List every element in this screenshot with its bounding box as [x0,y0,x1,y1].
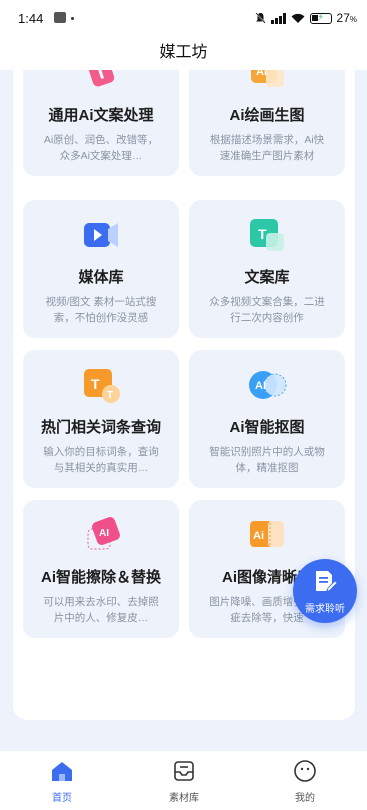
card-hot-words[interactable]: T T 热门相关词条查询 输入你的目标词条，查询与其相关的真实用… [23,350,179,488]
battery-level: 27% [336,11,357,25]
card-title: 文案库 [244,269,290,286]
card-desc: 众多视频文案合集，二进行二次内容创作 [209,296,325,324]
ai-enhance-icon: Ai [250,521,284,547]
svg-text:T: T [91,376,100,392]
card-text-library[interactable]: T 文案库 众多视频文案合集，二进行二次内容创作 [189,200,345,338]
smile-icon [294,760,316,782]
home-icon [52,762,72,781]
card-ai-erase[interactable]: AI Ai智能擦除＆替换 可以用来去水印、去掉照片中的人、修复皮… [23,500,179,638]
ai-cutout-icon: AI [249,371,287,399]
card-title: Ai绘画生图 [229,107,305,124]
card-title: 热门相关词条查询 [40,419,161,436]
card-title: Ai智能抠图 [229,419,305,436]
document-edit-icon [316,571,337,593]
mute-icon [254,12,266,24]
card-desc: 可以用来去水印、去掉照片中的人、修复皮… [43,596,159,624]
battery-icon: ⚡ [309,12,332,24]
requirement-feedback-button[interactable]: 需求聆听 [293,559,357,623]
text-library-icon: T [250,219,284,251]
tab-home[interactable]: 首页 [22,759,102,804]
ai-paint-icon: AI [251,70,284,87]
bottom-tab-bar: 首页 素材库 我的 [0,750,367,810]
tab-label: 首页 [52,793,72,804]
status-indicators: ⚡ 27% [254,11,357,25]
card-title: 媒体库 [78,269,124,286]
tab-materials[interactable]: 素材库 [144,759,224,804]
ai-erase-icon: AI [87,517,120,550]
status-bar: 1:44 ⚡ 27% [0,0,367,36]
app-header: 媒工坊 [0,36,367,70]
card-desc: 根据描述场景需求，Ai快速准确生产图片素材 [209,134,325,162]
card-desc: Ai原创、润色、改错等，众多Ai文案处理… [43,134,159,162]
inbox-icon [174,761,194,781]
notification-dot-icon [71,17,74,20]
card-ai-paint[interactable]: AI Ai绘画生图 根据描述场景需求，Ai快速准确生产图片素材 [189,70,345,176]
tab-label: 素材库 [169,793,199,804]
text-ai-icon [87,70,115,87]
card-title: Ai智能擦除＆替换 [40,569,161,586]
svg-text:AI: AI [256,70,267,78]
hot-words-icon: T T [84,369,120,403]
gallery-notification-icon [54,12,66,23]
feature-panel: 通用Ai文案处理 Ai原创、润色、改错等，众多Ai文案处理… AI Ai绘画生图… [13,70,355,720]
svg-text:T: T [107,390,113,401]
page-title: 媒工坊 [159,44,208,61]
svg-text:AI: AI [255,380,266,392]
tab-profile[interactable]: 我的 [265,759,345,804]
svg-text:AI: AI [99,528,109,539]
svg-text:Ai: Ai [253,530,264,542]
video-camera-icon [84,223,118,247]
tab-label: 我的 [295,793,315,804]
signal-icon [270,12,286,24]
fab-label: 需求聆听 [305,604,345,615]
card-title: 通用Ai文案处理 [48,107,154,124]
status-time: 1:44 [18,11,44,26]
card-desc: 视频/图文 素材一站式搜索，不怕创作没灵感 [45,296,157,324]
main-content: 通用Ai文案处理 Ai原创、润色、改错等，众多Ai文案处理… AI Ai绘画生图… [0,70,367,750]
card-text-ai[interactable]: 通用Ai文案处理 Ai原创、润色、改错等，众多Ai文案处理… [23,70,179,176]
card-ai-cutout[interactable]: AI Ai智能抠图 智能识别照片中的人或物体，精准抠图 [189,350,345,488]
svg-text:T: T [258,226,267,242]
wifi-icon [291,13,305,23]
card-media-library[interactable]: 媒体库 视频/图文 素材一站式搜索，不怕创作没灵感 [23,200,179,338]
card-desc: 智能识别照片中的人或物体，精准抠图 [209,446,325,474]
card-desc: 输入你的目标词条，查询与其相关的真实用… [43,446,159,474]
